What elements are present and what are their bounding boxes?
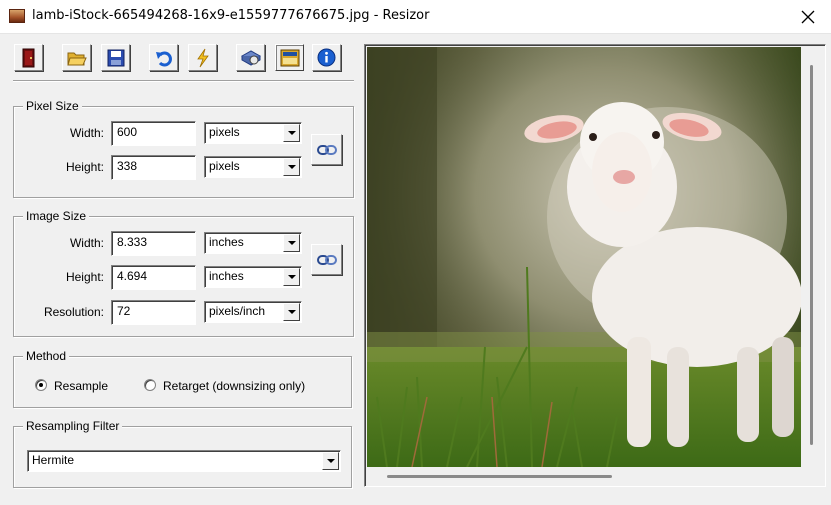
resolution-field[interactable]: 72 <box>111 300 196 325</box>
pixel-width-label: Width: <box>69 126 104 140</box>
pixel-height-unit-select[interactable]: pixels <box>204 156 302 178</box>
image-width-unit-value: inches <box>209 235 244 249</box>
chevron-down-icon[interactable] <box>322 452 339 470</box>
open-button[interactable] <box>62 44 91 71</box>
pixel-aspect-link-button[interactable] <box>311 134 342 165</box>
image-height-unit-value: inches <box>209 269 244 283</box>
image-width-unit-select[interactable]: inches <box>204 232 302 254</box>
batch-window-icon <box>280 49 299 66</box>
preview-image <box>367 47 801 467</box>
settings-button[interactable] <box>236 44 265 71</box>
resampling-filter-select[interactable]: Hermite <box>27 450 341 472</box>
pixel-size-group: Pixel Size <box>13 99 354 198</box>
pixel-height-label: Height: <box>65 160 104 174</box>
exit-door-icon <box>22 48 34 67</box>
image-size-title: Image Size <box>23 209 90 223</box>
pixel-height-field[interactable]: 338 <box>111 155 196 180</box>
chevron-down-icon[interactable] <box>283 124 300 142</box>
pixel-width-field[interactable]: 600 <box>111 121 196 146</box>
retarget-radio[interactable] <box>144 379 156 391</box>
resample-label: Resample <box>54 379 109 393</box>
pixel-height-unit-value: pixels <box>209 159 240 173</box>
retarget-label: Retarget (downsizing only) <box>163 379 306 393</box>
title-bar: lamb-iStock-665494268-16x9-e155977767667… <box>0 0 831 34</box>
undo-icon <box>155 51 172 66</box>
info-icon <box>317 48 336 67</box>
horizontal-scrollbar[interactable] <box>387 475 612 478</box>
image-aspect-link-button[interactable] <box>311 244 342 275</box>
auto-process-button[interactable] <box>188 44 217 71</box>
pixel-width-unit-value: pixels <box>209 125 240 139</box>
chain-link-icon <box>316 144 337 155</box>
lightning-icon <box>196 48 209 67</box>
resolution-unit-select[interactable]: pixels/inch <box>204 301 302 323</box>
image-height-unit-select[interactable]: inches <box>204 266 302 288</box>
lamb-photo <box>367 47 801 467</box>
batch-button[interactable] <box>275 44 304 71</box>
open-folder-icon <box>66 52 87 65</box>
image-width-label: Width: <box>69 236 104 250</box>
window-title: lamb-iStock-665494268-16x9-e155977767667… <box>32 8 430 23</box>
chevron-down-icon[interactable] <box>283 268 300 286</box>
chevron-down-icon[interactable] <box>283 158 300 176</box>
resolution-label: Resolution: <box>43 305 104 319</box>
app-icon <box>9 9 25 23</box>
chain-link-icon <box>316 254 337 265</box>
preview-pane[interactable] <box>364 44 826 487</box>
image-height-field[interactable]: 4.694 <box>111 265 196 290</box>
resolution-unit-value: pixels/inch <box>209 304 266 318</box>
pixel-width-unit-select[interactable]: pixels <box>204 122 302 144</box>
resampling-filter-value: Hermite <box>32 453 75 467</box>
save-button[interactable] <box>101 44 130 71</box>
about-button[interactable] <box>312 44 341 71</box>
close-button[interactable] <box>785 0 831 33</box>
resample-radio[interactable] <box>35 379 47 391</box>
image-width-field[interactable]: 8.333 <box>111 231 196 256</box>
resampling-filter-title: Resampling Filter <box>23 419 123 433</box>
close-icon <box>801 10 815 23</box>
pixel-size-title: Pixel Size <box>23 99 82 113</box>
chevron-down-icon[interactable] <box>283 234 300 252</box>
undo-button[interactable] <box>149 44 178 71</box>
toolbar-separator <box>13 80 354 82</box>
vertical-scrollbar[interactable] <box>810 65 813 445</box>
exit-button[interactable] <box>14 44 43 71</box>
chevron-down-icon[interactable] <box>283 303 300 321</box>
image-height-label: Height: <box>65 270 104 284</box>
save-disk-icon <box>107 49 124 66</box>
method-title: Method <box>23 349 70 363</box>
settings-icon <box>240 49 261 66</box>
